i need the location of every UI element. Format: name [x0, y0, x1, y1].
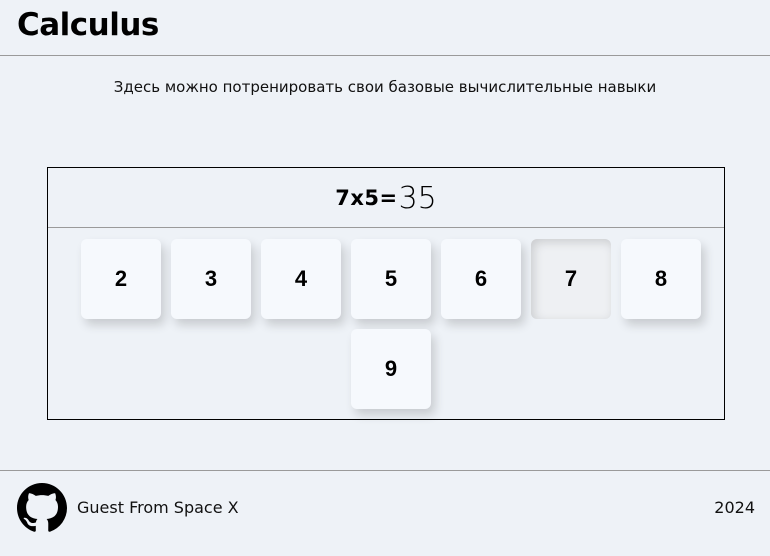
copyright-year: 2024 — [714, 498, 755, 517]
key-9[interactable]: 9 — [351, 329, 431, 409]
header: Calculus — [0, 0, 770, 56]
key-5[interactable]: 5 — [351, 239, 431, 319]
key-8[interactable]: 8 — [621, 239, 701, 319]
key-2[interactable]: 2 — [81, 239, 161, 319]
author-name: Guest From Space X — [77, 498, 239, 517]
answer-display: 35 — [398, 181, 437, 216]
page-subtitle: Здесь можно потренировать свои базовые в… — [113, 78, 657, 96]
trainer-panel: 7x5= 35 2 3 4 5 6 7 8 9 — [47, 167, 725, 420]
footer: Guest From Space X 2024 — [0, 470, 770, 556]
github-link[interactable] — [17, 483, 67, 533]
equation-row: 7x5= 35 — [48, 168, 724, 228]
page: Calculus Здесь можно потренировать свои … — [0, 0, 770, 556]
key-4[interactable]: 4 — [261, 239, 341, 319]
equation: 7x5= — [335, 185, 398, 210]
key-6[interactable]: 6 — [441, 239, 521, 319]
github-icon — [17, 483, 67, 532]
key-3[interactable]: 3 — [171, 239, 251, 319]
multiplier-keys: 2 3 4 5 6 7 8 9 — [76, 239, 706, 409]
app-title: Calculus — [17, 7, 159, 43]
key-7[interactable]: 7 — [531, 239, 611, 319]
